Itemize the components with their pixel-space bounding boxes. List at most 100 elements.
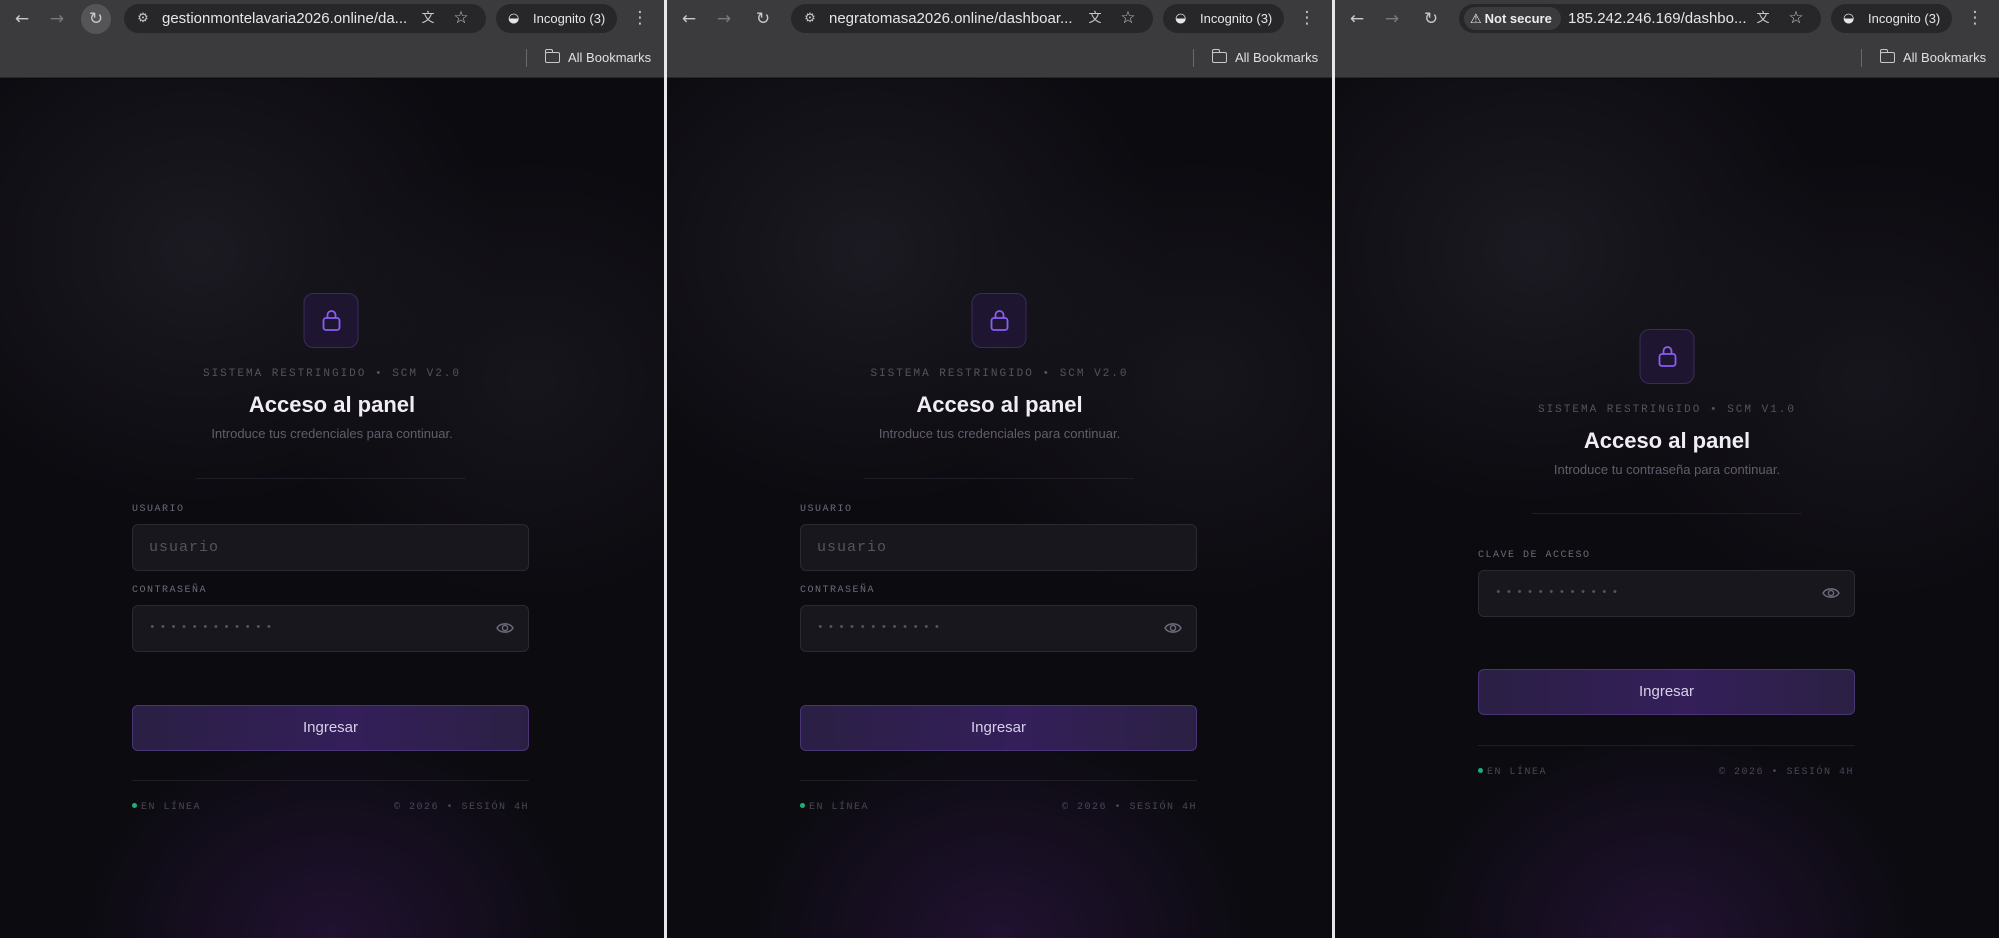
all-bookmarks-label: All Bookmarks <box>1235 50 1319 65</box>
browser-window-3: ← → ↻ ⚠ Not secure 185.242.246.169/dashbo… <box>1335 0 1999 938</box>
page-title: Acceso al panel <box>1583 428 1751 453</box>
system-kicker: SISTEMA RESTRINGIDO • SCM V2.0 <box>202 368 462 380</box>
star-icon[interactable]: ☆ <box>451 4 471 33</box>
reload-icon[interactable]: ↻ <box>748 4 778 34</box>
password-input[interactable]: •••••••••••• <box>800 605 1197 652</box>
incognito-button[interactable]: ◒ Incognito (3) <box>496 4 617 33</box>
status-badge: EN LÍNEA <box>132 802 201 813</box>
url-text: negratomasa2026.online/dashboar... <box>829 10 1073 27</box>
password-label: CONTRASEÑA <box>132 585 208 596</box>
folder-icon <box>544 49 560 63</box>
site-settings-icon[interactable]: ⚙ <box>800 4 820 33</box>
login-page: SISTEMA RESTRINGIDO • SCM V1.0 Acceso al… <box>1335 79 1999 938</box>
warning-icon: ⚠ <box>1470 12 1482 27</box>
footer-divider <box>800 780 1197 781</box>
password-mask: •••••••••••• <box>149 622 277 634</box>
footer-meta: © 2026 • SESIÓN 4H <box>1718 767 1854 778</box>
browser-window-2: ← → ↻ ⚙ negratomasa2026.online/dashboar.… <box>667 0 1332 938</box>
back-arrow-icon[interactable]: ← <box>7 4 37 34</box>
bookmarks-bar: All Bookmarks <box>0 37 664 78</box>
status-text: EN LÍNEA <box>141 802 202 813</box>
eye-icon[interactable] <box>1822 586 1840 605</box>
all-bookmarks-button[interactable]: All Bookmarks <box>1879 37 1987 78</box>
submit-button[interactable]: Ingresar <box>800 705 1197 751</box>
divider <box>196 478 466 479</box>
online-dot <box>1478 768 1483 773</box>
status-text: EN LÍNEA <box>809 802 870 813</box>
not-secure-chip[interactable]: ⚠ Not secure <box>1464 7 1561 30</box>
incognito-label: Incognito (3) <box>1200 11 1273 26</box>
divider <box>1532 513 1802 514</box>
incognito-icon: ◒ <box>508 11 520 26</box>
password-mask: •••••••••••• <box>817 622 945 634</box>
bookmarks-bar: All Bookmarks <box>667 37 1332 78</box>
browser-toolbar: ← → ↻ ⚙ gestionmontelavaria2026.online/d… <box>0 0 664 37</box>
submit-button[interactable]: Ingresar <box>132 705 529 751</box>
username-label: USUARIO <box>800 504 853 515</box>
password-input[interactable]: •••••••••••• <box>132 605 529 652</box>
password-label: CLAVE DE ACCESO <box>1478 550 1591 561</box>
page-title: Acceso al panel <box>916 392 1083 417</box>
footer-meta: © 2026 • SESIÓN 4H <box>1061 802 1197 813</box>
address-bar[interactable]: ⚙ negratomasa2026.online/dashboar... 文 ☆ <box>791 4 1153 33</box>
online-dot <box>800 803 805 808</box>
folder-icon <box>1879 49 1895 63</box>
username-input[interactable]: usuario <box>800 524 1197 571</box>
footer-divider <box>132 780 529 781</box>
status-badge: EN LÍNEA <box>1478 767 1547 778</box>
footer-divider <box>1478 745 1855 746</box>
incognito-button[interactable]: ◒ Incognito (3) <box>1163 4 1284 33</box>
site-settings-icon[interactable]: ⚙ <box>133 4 153 33</box>
back-arrow-icon[interactable]: ← <box>674 4 704 34</box>
star-icon[interactable]: ☆ <box>1118 4 1138 33</box>
login-page: SISTEMA RESTRINGIDO • SCM V2.0 Acceso al… <box>0 79 664 938</box>
translate-icon[interactable]: 文 <box>1753 4 1773 33</box>
footer-meta: © 2026 • SESIÓN 4H <box>393 802 529 813</box>
username-label: USUARIO <box>132 504 185 515</box>
incognito-label: Incognito (3) <box>1868 11 1941 26</box>
submit-button[interactable]: Ingresar <box>1478 669 1855 715</box>
password-label: CONTRASEÑA <box>800 585 876 596</box>
kebab-menu-icon[interactable]: ⋮ <box>1297 4 1317 33</box>
translate-icon[interactable]: 文 <box>1085 4 1105 33</box>
star-icon[interactable]: ☆ <box>1786 4 1806 33</box>
username-input[interactable]: usuario <box>132 524 529 571</box>
page-subtitle: Introduce tus credenciales para continua… <box>211 426 453 441</box>
eye-icon[interactable] <box>1164 621 1182 640</box>
url-text: 185.242.246.169/dashbo... <box>1568 10 1747 27</box>
username-placeholder: usuario <box>817 539 888 556</box>
back-arrow-icon[interactable]: ← <box>1342 4 1372 34</box>
all-bookmarks-button[interactable]: All Bookmarks <box>1211 37 1319 78</box>
browser-toolbar: ← → ↻ ⚠ Not secure 185.242.246.169/dashbo… <box>1335 0 1999 37</box>
forward-arrow-icon[interactable]: → <box>42 4 72 34</box>
incognito-icon: ◒ <box>1175 11 1187 26</box>
reload-icon[interactable]: ↻ <box>1416 4 1446 34</box>
address-bar[interactable]: ⚠ Not secure 185.242.246.169/dashbo... 文 … <box>1459 4 1821 33</box>
bookmarks-divider <box>1861 49 1862 67</box>
forward-arrow-icon[interactable]: → <box>709 4 739 34</box>
eye-icon[interactable] <box>496 621 514 640</box>
reload-icon[interactable]: ↻ <box>81 4 111 34</box>
translate-icon[interactable]: 文 <box>418 4 438 33</box>
status-badge: EN LÍNEA <box>800 802 869 813</box>
system-kicker: SISTEMA RESTRINGIDO • SCM V2.0 <box>870 368 1129 380</box>
lock-icon <box>971 293 1027 348</box>
all-bookmarks-label: All Bookmarks <box>1903 50 1987 65</box>
page-subtitle: Introduce tus credenciales para continua… <box>878 426 1121 441</box>
divider <box>864 478 1134 479</box>
online-dot <box>132 803 137 808</box>
all-bookmarks-button[interactable]: All Bookmarks <box>544 37 651 78</box>
system-kicker: SISTEMA RESTRINGIDO • SCM V1.0 <box>1537 404 1797 416</box>
incognito-button[interactable]: ◒ Incognito (3) <box>1831 4 1952 33</box>
bookmarks-divider <box>526 49 527 67</box>
address-bar[interactable]: ⚙ gestionmontelavaria2026.online/da... 文… <box>124 4 486 33</box>
page-subtitle: Introduce tu contraseña para continuar. <box>1553 462 1781 477</box>
password-input[interactable]: •••••••••••• <box>1478 570 1855 617</box>
browser-toolbar: ← → ↻ ⚙ negratomasa2026.online/dashboar.… <box>667 0 1332 37</box>
kebab-menu-icon[interactable]: ⋮ <box>1965 4 1985 33</box>
kebab-menu-icon[interactable]: ⋮ <box>630 4 650 33</box>
browser-window-1: ← → ↻ ⚙ gestionmontelavaria2026.online/d… <box>0 0 664 938</box>
lock-icon <box>303 293 359 348</box>
security-label: Not secure <box>1484 11 1552 26</box>
forward-arrow-icon[interactable]: → <box>1377 4 1407 34</box>
